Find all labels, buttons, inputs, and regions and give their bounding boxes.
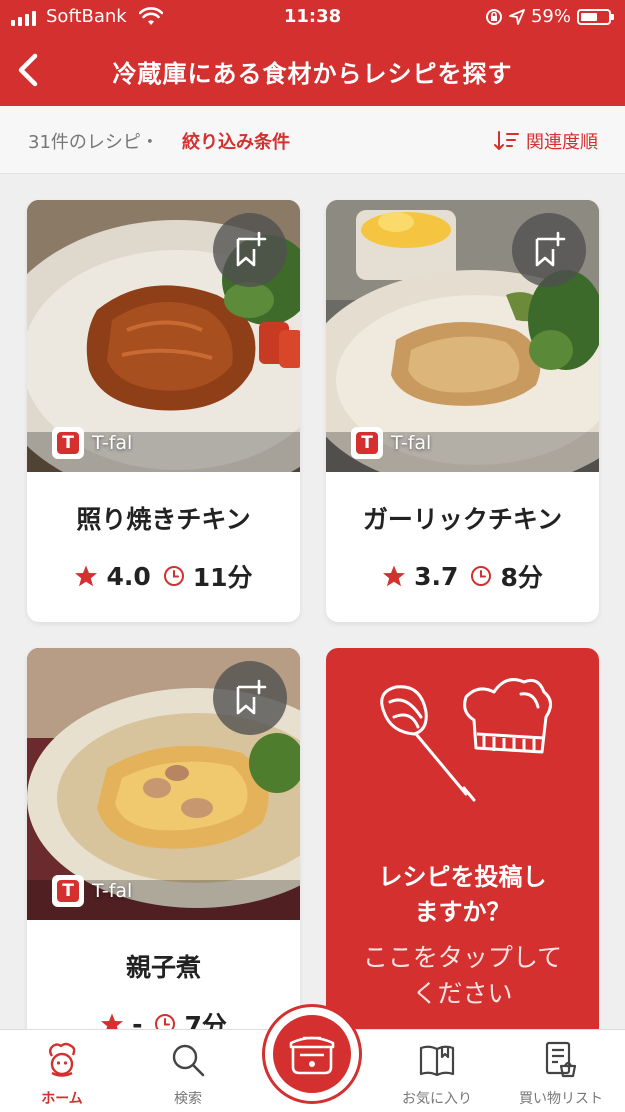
- pressure-cooker-icon: [289, 1036, 335, 1075]
- tab-home[interactable]: ホーム: [7, 1030, 117, 1112]
- filter-bar: 31件のレシピ・ 絞り込み条件 関連度順: [0, 106, 625, 174]
- brand-name: T-fal: [92, 432, 133, 454]
- post-recipe-card[interactable]: レシピを投稿し ますか？ ここをタップして ください: [326, 648, 599, 1040]
- location-icon: [509, 8, 525, 25]
- nav-bar: 冷蔵庫にある食材からレシピを探す: [0, 36, 625, 106]
- brand-label: T T-fal: [52, 427, 132, 459]
- recipe-card[interactable]: T T-fal 照り焼きチキン 4.0 11分: [27, 200, 300, 622]
- tfal-logo: T: [52, 427, 84, 459]
- clock-icon: [163, 566, 184, 586]
- sort-label: 関連度順: [526, 132, 598, 153]
- tap-prompt-line: ここをタップして: [362, 943, 563, 972]
- rating-value: 4.0: [106, 561, 151, 591]
- battery-percent: 59%: [530, 6, 571, 27]
- post-question: レシピを投稿し ますか？: [326, 860, 599, 930]
- cook-time: 11分: [192, 563, 253, 592]
- book-bookmark-icon: [419, 1045, 455, 1077]
- tab-label: 検索: [174, 1091, 202, 1107]
- tab-label: 買い物リスト: [519, 1091, 603, 1107]
- bookmark-add-icon: [535, 231, 566, 267]
- search-icon: [172, 1044, 205, 1077]
- cook-time: 8分: [500, 563, 543, 592]
- bookmark-add-button[interactable]: [213, 661, 287, 735]
- tab-favorites[interactable]: お気に入り: [382, 1030, 492, 1112]
- tab-label: お気に入り: [402, 1091, 472, 1107]
- result-count: 31件のレシピ・: [28, 132, 159, 153]
- chef-home-icon: [49, 1042, 76, 1077]
- filter-conditions-link[interactable]: 絞り込み条件: [182, 128, 290, 154]
- brand-name: T-fal: [92, 880, 133, 902]
- whisk-chef-hat-illustration: [380, 678, 552, 802]
- tap-prompt-line: ください: [412, 979, 513, 1008]
- tab-shopping-list[interactable]: 買い物リスト: [506, 1030, 616, 1112]
- battery-icon: [577, 8, 614, 25]
- brand-label: T T-fal: [351, 427, 431, 459]
- sort-icon: [494, 131, 519, 150]
- status-bar: SoftBank 11:38 59%: [0, 0, 625, 36]
- bookmark-add-button[interactable]: [213, 213, 287, 287]
- post-question-line: レシピを投稿し: [378, 863, 547, 891]
- recipe-meta: 4.0 11分: [27, 558, 300, 594]
- recipe-name: 親子煮: [125, 953, 201, 982]
- post-question-line: ますか？: [414, 898, 511, 926]
- star-icon: [75, 565, 98, 587]
- star-icon: [383, 565, 406, 587]
- brand-label: T T-fal: [52, 875, 132, 907]
- cooker-button-inner: [273, 1015, 351, 1093]
- bookmark-add-icon: [236, 231, 267, 267]
- brand-name: T-fal: [391, 432, 432, 454]
- clock-icon: [471, 566, 492, 586]
- orientation-lock-icon: [485, 8, 502, 25]
- tab-search[interactable]: 検索: [133, 1030, 243, 1112]
- bookmark-add-icon: [236, 679, 267, 715]
- rating-value: 3.7: [414, 561, 459, 591]
- shopping-list-icon: [545, 1041, 577, 1078]
- recipe-card[interactable]: T T-fal 親子煮 - 7分: [27, 648, 300, 1040]
- recipe-name: ガーリックチキン: [362, 505, 563, 534]
- post-tap-prompt: ここをタップして ください: [326, 940, 599, 1012]
- recipe-meta: 3.7 8分: [326, 558, 599, 594]
- tab-label: ホーム: [41, 1091, 83, 1107]
- page-title: 冷蔵庫にある食材からレシピを探す: [112, 60, 513, 88]
- cooker-button[interactable]: [262, 1004, 362, 1104]
- recipe-card[interactable]: T T-fal ガーリックチキン 3.7 8分: [326, 200, 599, 622]
- sort-button[interactable]: 関連度順: [494, 128, 598, 154]
- bookmark-add-button[interactable]: [512, 213, 586, 287]
- recipe-name: 照り焼きチキン: [76, 505, 251, 534]
- tfal-logo: T: [351, 427, 383, 459]
- tfal-logo: T: [52, 875, 84, 907]
